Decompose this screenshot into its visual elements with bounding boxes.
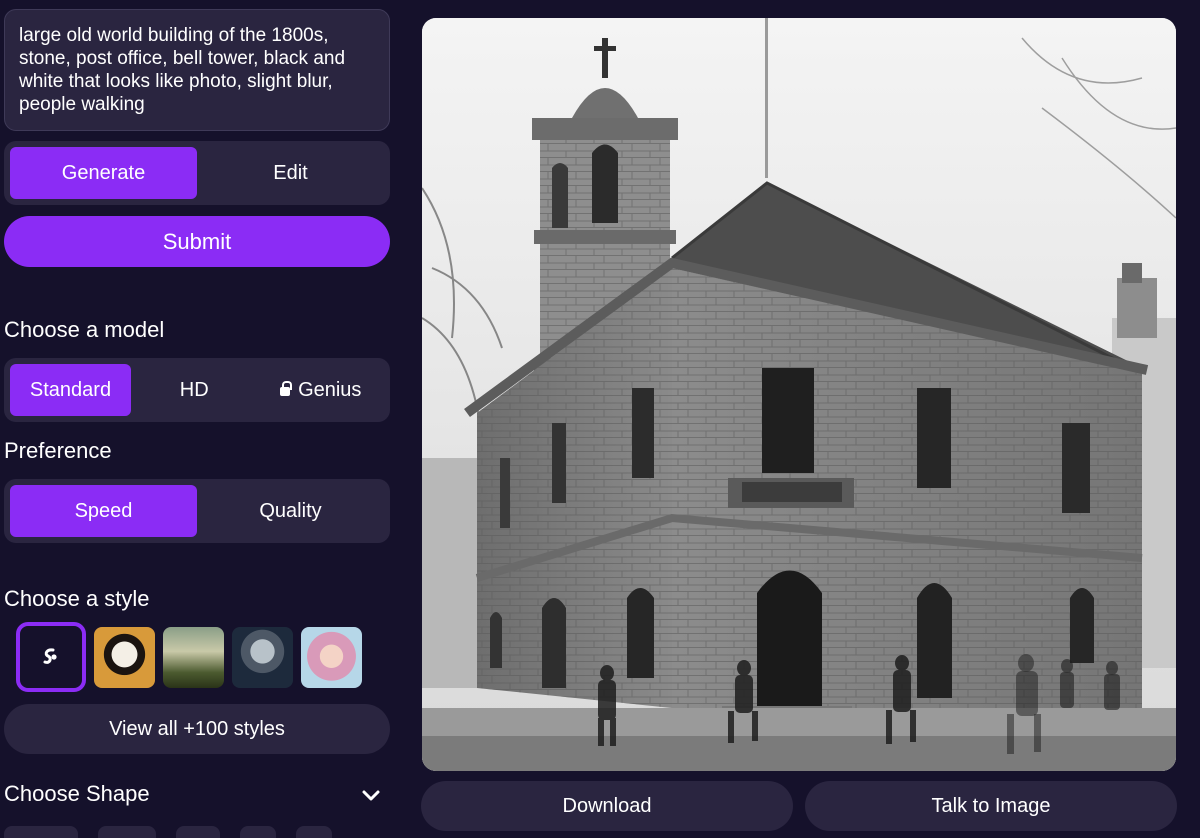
shape-option[interactable] [98, 826, 156, 838]
style-none-thumb[interactable] [16, 622, 86, 692]
shape-option[interactable] [4, 826, 78, 838]
shape-option[interactable] [176, 826, 220, 838]
mode-toggle: Generate Edit [4, 141, 390, 205]
shape-option[interactable] [240, 826, 276, 838]
download-button[interactable]: Download [421, 781, 793, 831]
talk-to-image-button[interactable]: Talk to Image [805, 781, 1177, 831]
submit-button[interactable]: Submit [4, 216, 390, 267]
no-style-icon [43, 648, 57, 664]
edit-tab[interactable]: Edit [197, 147, 384, 199]
generated-image [422, 18, 1176, 771]
style-panda-thumb[interactable] [94, 626, 155, 688]
model-genius-option[interactable]: Genius [258, 364, 385, 416]
shape-heading: Choose Shape [4, 781, 150, 806]
preference-selector: Speed Quality [4, 479, 390, 543]
model-hd-option[interactable]: HD [131, 364, 258, 416]
style-robot-thumb[interactable] [232, 626, 293, 688]
preference-speed-option[interactable]: Speed [10, 485, 197, 537]
prompt-input[interactable] [4, 9, 390, 131]
model-genius-label: Genius [298, 378, 362, 401]
preference-heading: Preference [4, 438, 112, 463]
model-selector: Standard HD Genius [4, 358, 390, 422]
chevron-down-icon[interactable] [360, 784, 382, 806]
shape-option[interactable] [296, 826, 332, 838]
preference-quality-option[interactable]: Quality [197, 485, 384, 537]
generate-tab[interactable]: Generate [10, 147, 197, 199]
generated-image-canvas [422, 18, 1176, 771]
settings-panel: Generate Edit Submit Choose a model Stan… [0, 0, 400, 838]
model-heading: Choose a model [4, 317, 165, 342]
style-thumbnails [16, 622, 362, 692]
shape-options [4, 826, 332, 838]
view-all-styles-button[interactable]: View all +100 styles [4, 704, 390, 754]
model-standard-option[interactable]: Standard [10, 364, 131, 416]
style-forest-thumb[interactable] [163, 626, 224, 688]
style-heading: Choose a style [4, 586, 150, 611]
style-anime-girl-thumb[interactable] [301, 626, 362, 688]
lock-icon [280, 380, 293, 396]
